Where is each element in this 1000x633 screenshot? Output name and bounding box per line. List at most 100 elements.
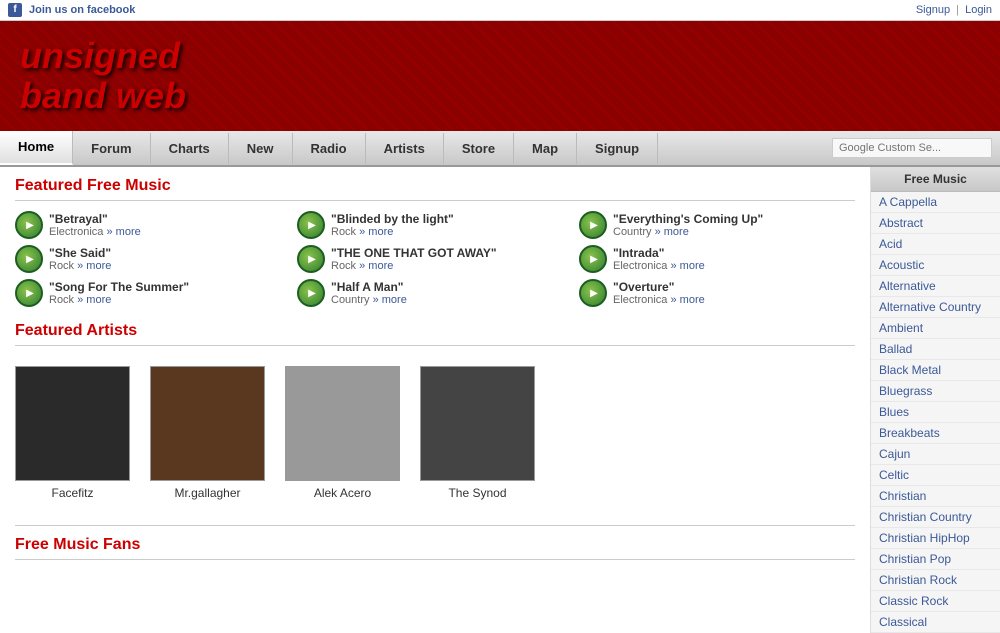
- nav-signup[interactable]: Signup: [577, 133, 658, 164]
- nav-store[interactable]: Store: [444, 133, 514, 164]
- sidebar-item-ballad[interactable]: Ballad: [871, 339, 1000, 360]
- facebook-text: Join us on facebook: [29, 4, 135, 16]
- more-link[interactable]: » more: [359, 226, 393, 238]
- content-area: Featured Free Music "Betrayal" Electroni…: [0, 167, 870, 633]
- featured-artists-section: Featured Artists Facefitz Mr.gallagher A…: [15, 322, 855, 510]
- list-item: "Betrayal" Electronica » more: [15, 211, 291, 239]
- search-input[interactable]: [832, 138, 992, 158]
- sidebar-header: Free Music: [871, 167, 1000, 192]
- more-link[interactable]: » more: [359, 260, 393, 272]
- more-link[interactable]: » more: [670, 260, 704, 272]
- login-link[interactable]: Login: [965, 4, 992, 16]
- sidebar-item-abstract[interactable]: Abstract: [871, 213, 1000, 234]
- list-item: "Overture" Electronica » more: [579, 279, 855, 307]
- sidebar-item-classical[interactable]: Classical: [871, 612, 1000, 633]
- facebook-icon: f: [8, 3, 22, 17]
- music-genre: Country » more: [613, 226, 763, 238]
- play-button[interactable]: [15, 279, 43, 307]
- artists-grid: Facefitz Mr.gallagher Alek Acero The Syn…: [15, 356, 855, 510]
- music-info: "Intrada" Electronica » more: [613, 246, 705, 272]
- facebook-link[interactable]: f Join us on facebook: [8, 3, 135, 17]
- artist-name: The Synod: [448, 486, 506, 500]
- artist-image: [150, 366, 265, 481]
- artist-image: [420, 366, 535, 481]
- music-title: "THE ONE THAT GOT AWAY": [331, 246, 497, 260]
- play-button[interactable]: [15, 245, 43, 273]
- artist-image: [285, 366, 400, 481]
- play-button[interactable]: [15, 211, 43, 239]
- nav-map[interactable]: Map: [514, 133, 577, 164]
- sidebar-item-christian-hiphop[interactable]: Christian HipHop: [871, 528, 1000, 549]
- list-item[interactable]: The Synod: [420, 366, 535, 500]
- sidebar-item-cajun[interactable]: Cajun: [871, 444, 1000, 465]
- sidebar-item-acappella[interactable]: A Cappella: [871, 192, 1000, 213]
- more-link[interactable]: » more: [106, 226, 140, 238]
- music-genre: Rock » more: [49, 294, 189, 306]
- nav-artists[interactable]: Artists: [366, 133, 444, 164]
- list-item[interactable]: Mr.gallagher: [150, 366, 265, 500]
- sidebar-item-christian-pop[interactable]: Christian Pop: [871, 549, 1000, 570]
- sidebar-item-blues[interactable]: Blues: [871, 402, 1000, 423]
- music-genre: Rock » more: [331, 260, 497, 272]
- play-button[interactable]: [297, 279, 325, 307]
- nav-forum[interactable]: Forum: [73, 133, 150, 164]
- signup-link[interactable]: Signup: [916, 4, 950, 16]
- section-divider: [15, 525, 855, 526]
- more-link[interactable]: » more: [655, 226, 689, 238]
- featured-music-section: Featured Free Music "Betrayal" Electroni…: [15, 177, 855, 307]
- sidebar-item-acid[interactable]: Acid: [871, 234, 1000, 255]
- music-info: "Song For The Summer" Rock » more: [49, 280, 189, 306]
- music-genre: Electronica » more: [613, 294, 705, 306]
- sidebar-item-alternative[interactable]: Alternative: [871, 276, 1000, 297]
- sidebar-item-christian-rock[interactable]: Christian Rock: [871, 570, 1000, 591]
- auth-separator: |: [956, 4, 959, 16]
- more-link[interactable]: » more: [670, 294, 704, 306]
- music-info: "She Said" Rock » more: [49, 246, 111, 272]
- logo-line1: unsigned: [20, 36, 186, 76]
- list-item[interactable]: Facefitz: [15, 366, 130, 500]
- free-music-fans-section: Free Music Fans: [15, 525, 855, 560]
- music-title: "Overture": [613, 280, 705, 294]
- play-button[interactable]: [579, 211, 607, 239]
- more-link[interactable]: » more: [77, 294, 111, 306]
- play-button[interactable]: [579, 279, 607, 307]
- search-area: [824, 134, 1000, 162]
- play-button[interactable]: [579, 245, 607, 273]
- main-nav: Home Forum Charts New Radio Artists Stor…: [0, 131, 1000, 167]
- music-info: "Betrayal" Electronica » more: [49, 212, 141, 238]
- sidebar-item-black-metal[interactable]: Black Metal: [871, 360, 1000, 381]
- more-link[interactable]: » more: [373, 294, 407, 306]
- sidebar-item-alternative-country[interactable]: Alternative Country: [871, 297, 1000, 318]
- nav-radio[interactable]: Radio: [293, 133, 366, 164]
- site-logo: unsigned band web: [20, 36, 186, 115]
- sidebar-item-breakbeats[interactable]: Breakbeats: [871, 423, 1000, 444]
- sidebar-item-christian[interactable]: Christian: [871, 486, 1000, 507]
- sidebar-item-ambient[interactable]: Ambient: [871, 318, 1000, 339]
- music-info: "Overture" Electronica » more: [613, 280, 705, 306]
- music-genre: Rock » more: [331, 226, 454, 238]
- music-title: "Song For The Summer": [49, 280, 189, 294]
- music-info: "Everything's Coming Up" Country » more: [613, 212, 763, 238]
- featured-music-title: Featured Free Music: [15, 177, 855, 201]
- artist-name: Alek Acero: [314, 486, 371, 500]
- list-item: "She Said" Rock » more: [15, 245, 291, 273]
- music-genre: Electronica » more: [49, 226, 141, 238]
- nav-charts[interactable]: Charts: [151, 133, 229, 164]
- list-item: "Blinded by the light" Rock » more: [297, 211, 573, 239]
- main-content: Featured Free Music "Betrayal" Electroni…: [0, 167, 1000, 633]
- music-info: "Half A Man" Country » more: [331, 280, 407, 306]
- sidebar-item-classic-rock[interactable]: Classic Rock: [871, 591, 1000, 612]
- sidebar-item-christian-country[interactable]: Christian Country: [871, 507, 1000, 528]
- nav-home[interactable]: Home: [0, 131, 73, 165]
- play-button[interactable]: [297, 245, 325, 273]
- list-item[interactable]: Alek Acero: [285, 366, 400, 500]
- play-button[interactable]: [297, 211, 325, 239]
- sidebar-item-bluegrass[interactable]: Bluegrass: [871, 381, 1000, 402]
- topbar: f Join us on facebook Signup | Login: [0, 0, 1000, 21]
- more-link[interactable]: » more: [77, 260, 111, 272]
- sidebar-item-acoustic[interactable]: Acoustic: [871, 255, 1000, 276]
- list-item: "Song For The Summer" Rock » more: [15, 279, 291, 307]
- artist-name: Facefitz: [51, 486, 93, 500]
- sidebar-item-celtic[interactable]: Celtic: [871, 465, 1000, 486]
- nav-new[interactable]: New: [229, 133, 293, 164]
